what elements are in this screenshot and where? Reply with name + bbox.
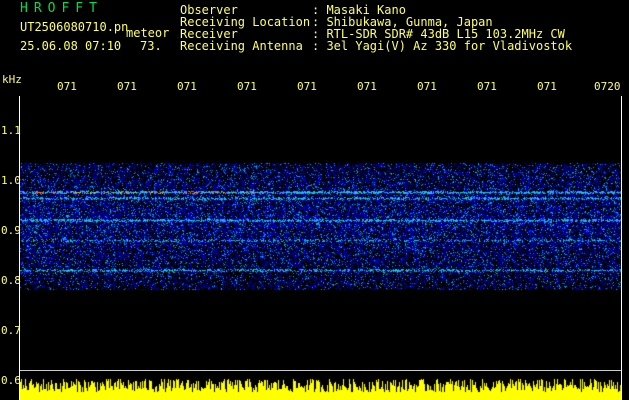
y-axis-unit: kHz	[2, 73, 22, 86]
y-tick-label: 0.8	[1, 274, 21, 287]
file-tag: meteor	[126, 26, 170, 40]
y-tick-label: 0.6	[1, 374, 21, 387]
y-tick-label: 0.9	[1, 224, 21, 237]
x-tick-label: 071	[237, 80, 257, 93]
x-tick-label: 071	[117, 80, 137, 93]
app-title: HROFFT	[20, 1, 103, 16]
baseline-marker	[20, 370, 621, 371]
header-value-antenna: : 3el Yagi(V) Az 330 for Vladivostok	[312, 39, 573, 53]
x-tick-label: 071	[177, 80, 197, 93]
x-tick-label: 0720	[594, 80, 621, 93]
x-tick-label: 071	[357, 80, 377, 93]
y-tick-label: 1.1	[1, 124, 21, 137]
x-tick-label: 071	[477, 80, 497, 93]
x-tick-label: 071	[57, 80, 77, 93]
x-tick-label: 071	[417, 80, 437, 93]
y-tick-label: 0.7	[1, 324, 21, 337]
x-tick-label: 071	[297, 80, 317, 93]
header-key-antenna: Receiving Antenna	[180, 39, 303, 53]
spectrogram	[20, 100, 622, 400]
meteor-count: 73.	[140, 39, 162, 53]
x-tick-label: 071	[537, 80, 557, 93]
file-datetime: 25.06.08 07:10	[20, 39, 122, 53]
y-tick-label: 1.0	[1, 174, 21, 187]
file-name: UT2506080710.pn	[20, 20, 129, 34]
